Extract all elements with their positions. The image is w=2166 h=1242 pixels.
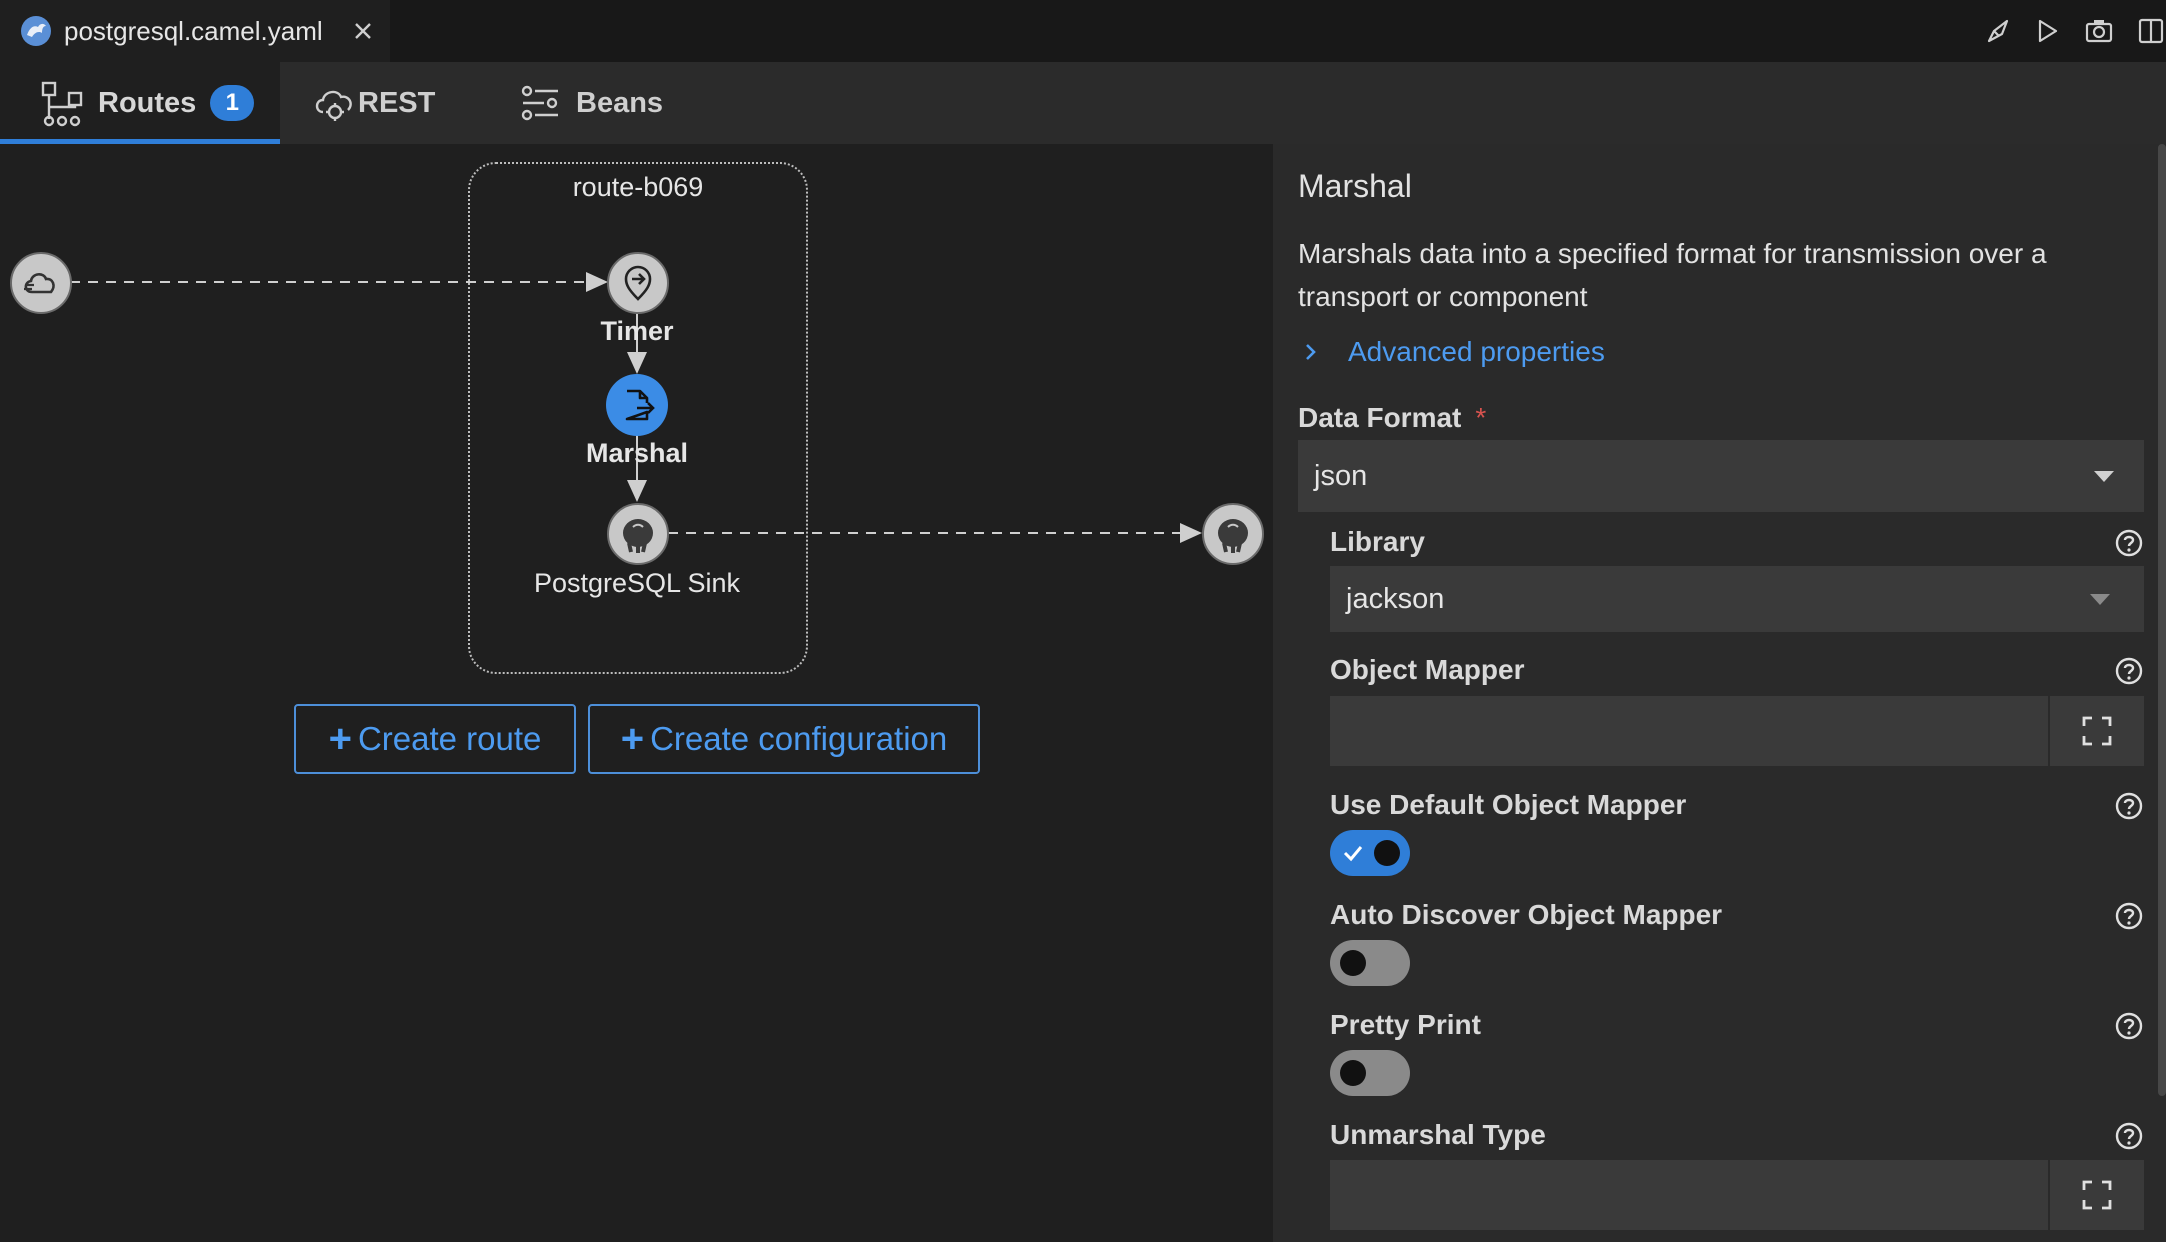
expand-editor-button[interactable]	[2048, 696, 2144, 766]
expand-icon	[2082, 716, 2112, 746]
help-icon[interactable]	[2114, 901, 2144, 931]
chevron-down-icon	[2094, 471, 2114, 482]
help-icon[interactable]	[2114, 1121, 2144, 1151]
postgresql-target-node[interactable]	[1202, 503, 1264, 565]
marshal-icon	[625, 389, 655, 421]
marshal-label: Marshal	[585, 438, 689, 468]
postgresql-elephant-icon	[1218, 519, 1248, 553]
split-editor-icon[interactable]	[2132, 12, 2166, 50]
postgresql-elephant-icon	[623, 519, 653, 553]
toggle-knob	[1340, 950, 1366, 976]
toggle-knob	[1340, 1060, 1366, 1086]
help-icon[interactable]	[2114, 656, 2144, 686]
use-default-object-mapper-label: Use Default Object Mapper	[1330, 789, 1687, 820]
use-default-object-mapper-toggle[interactable]	[1330, 830, 1410, 876]
toggle-knob	[1374, 840, 1400, 866]
camera-icon[interactable]	[2080, 12, 2118, 50]
help-icon[interactable]	[2114, 528, 2144, 558]
chevron-down-icon	[2090, 594, 2110, 605]
run-icon[interactable]	[2028, 12, 2066, 50]
library-label: Library	[1330, 526, 1425, 557]
auto-discover-object-mapper-label: Auto Discover Object Mapper	[1330, 899, 1723, 930]
cloud-source-icon	[24, 273, 55, 294]
help-icon[interactable]	[2114, 1011, 2144, 1041]
expand-editor-button[interactable]	[2048, 1160, 2144, 1230]
advanced-properties-label: Advanced properties	[1348, 336, 1605, 367]
required-marker: *	[1475, 402, 1487, 433]
pretty-print-label: Pretty Print	[1330, 1009, 1481, 1040]
data-format-label: Data Format *	[1298, 402, 1487, 433]
timer-node[interactable]	[607, 252, 669, 314]
create-route-label: Create route	[357, 720, 542, 757]
rocket-icon[interactable]	[1980, 12, 2018, 50]
unmarshal-type-input[interactable]	[1330, 1160, 2144, 1230]
route-title: route-b069	[572, 172, 704, 202]
check-icon	[1343, 846, 1363, 862]
object-mapper-label: Object Mapper	[1330, 654, 1525, 685]
timer-icon	[624, 265, 652, 301]
create-configuration-label: Create configuration	[650, 720, 948, 757]
postgresql-sink-label: PostgreSQL Sink	[533, 568, 741, 598]
timer-label: Timer	[600, 316, 674, 346]
auto-discover-object-mapper-toggle[interactable]	[1330, 940, 1410, 986]
panel-title: Marshal	[1298, 168, 1412, 204]
expand-icon	[2082, 1180, 2112, 1210]
source-kamelet-node[interactable]	[10, 252, 72, 314]
marshal-node-selected[interactable]	[606, 374, 668, 436]
panel-description: Marshals data into a specified format fo…	[1298, 238, 2047, 312]
postgresql-sink-node[interactable]	[607, 503, 669, 565]
library-select[interactable]: jackson	[1330, 566, 2144, 632]
data-format-select[interactable]: json	[1298, 440, 2144, 512]
plus-icon: +	[620, 717, 645, 761]
advanced-properties-toggle[interactable]: Advanced properties	[1298, 336, 1605, 368]
unmarshal-type-label: Unmarshal Type	[1330, 1119, 1546, 1150]
panel-scrollbar[interactable]	[2158, 144, 2166, 1096]
plus-icon: +	[328, 717, 352, 761]
create-route-button[interactable]: + Create route	[294, 704, 576, 774]
pretty-print-toggle[interactable]	[1330, 1050, 1410, 1096]
object-mapper-input[interactable]	[1330, 696, 2144, 766]
help-icon[interactable]	[2114, 791, 2144, 821]
chevron-right-icon	[1306, 344, 1316, 360]
create-configuration-button[interactable]: + Create configuration	[588, 704, 980, 774]
